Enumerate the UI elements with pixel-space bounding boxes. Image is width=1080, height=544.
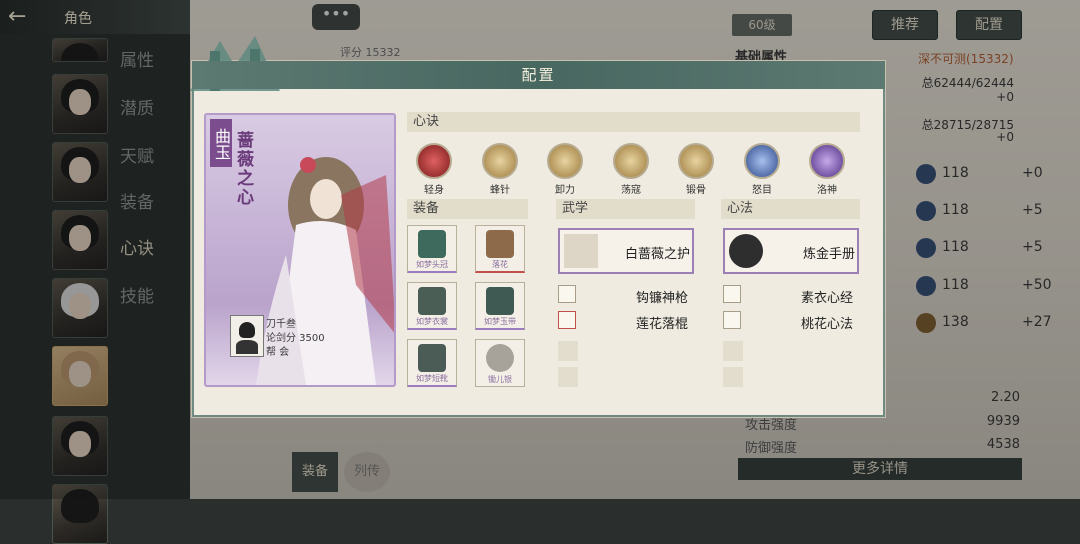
spear-move-icon [558,285,576,303]
xinfa-sub-slot[interactable]: 桃花心法 [723,311,859,332]
xinfa-empty-slot[interactable] [723,341,743,361]
section-wuxue: 武学 [556,199,695,219]
xinfa-sub-slot[interactable]: 素衣心经 [723,285,859,306]
xinjue-luoshen[interactable]: 洛神 [805,143,849,196]
owner-avatar[interactable] [230,315,264,357]
duangu-icon [678,143,714,179]
xinjue-numu[interactable]: 怒目 [740,143,784,196]
helmet-icon [418,230,446,258]
section-equipment: 装备 [407,199,528,219]
xinfa-main-slot[interactable]: 炼金手册 [723,228,859,274]
equip-slot-head[interactable]: 如梦头冠 [407,225,457,273]
equip-slot-weapon[interactable]: 落花 [475,225,525,273]
owner-guild: 帮 会 [266,347,290,358]
xinjue-dangkou[interactable]: 荡寇 [609,143,653,196]
wuxue-empty-slot[interactable] [558,341,578,361]
coin-icon [486,344,514,372]
xinjue-xieli[interactable]: 卸力 [543,143,587,196]
robe-icon [418,287,446,315]
xinfa-empty-slot[interactable] [723,367,743,387]
scroll-icon [723,311,741,329]
numu-icon [744,143,780,179]
owner-name: 刀千叁 [266,319,296,330]
fengzhen-icon [482,143,518,179]
section-xinjue: 心诀 [407,112,860,132]
section-xinfa: 心法 [721,199,860,219]
xieli-icon [547,143,583,179]
spear-icon [564,234,598,268]
wuxue-empty-slot[interactable] [558,367,578,387]
scroll-icon [723,285,741,303]
xinjue-qingshen[interactable]: 轻身 [412,143,456,196]
character-title: 蔷薇之心 [233,131,253,207]
belt-icon [486,287,514,315]
modal-title: 配置 [192,61,885,89]
qingshen-icon [416,143,452,179]
character-card: 曲玉 蔷薇之心 刀千叁 论剑分 3500 帮 会 [204,113,396,387]
alchemy-book-icon [729,234,763,268]
equip-slot-boots[interactable]: 如梦短靴 [407,339,457,387]
xinjue-duangu[interactable]: 锻骨 [674,143,718,196]
wuxue-main-slot[interactable]: 白蔷薇之护 [558,228,694,274]
equip-slot-accessory[interactable]: 锄儿银 [475,339,525,387]
boots-icon [418,344,446,372]
wuxue-sub-slot[interactable]: 莲花落棍 [558,311,694,332]
owner-score: 论剑分 3500 [266,333,325,344]
config-modal: 配置 曲玉 蔷薇之心 刀千叁 论剑分 3500 帮 会 心诀 轻身 蜂针 卸力 … [190,36,886,418]
wuxue-sub-slot[interactable]: 钩镰神枪 [558,285,694,306]
dangkou-icon [613,143,649,179]
character-name: 曲玉 [210,119,232,167]
equip-slot-body[interactable]: 如梦衣裳 [407,282,457,330]
staff-move-icon [558,311,576,329]
quiver-icon [486,230,514,258]
equip-slot-belt[interactable]: 如梦玉带 [475,282,525,330]
xinjue-fengzhen[interactable]: 蜂针 [478,143,522,196]
luoshen-icon [809,143,845,179]
